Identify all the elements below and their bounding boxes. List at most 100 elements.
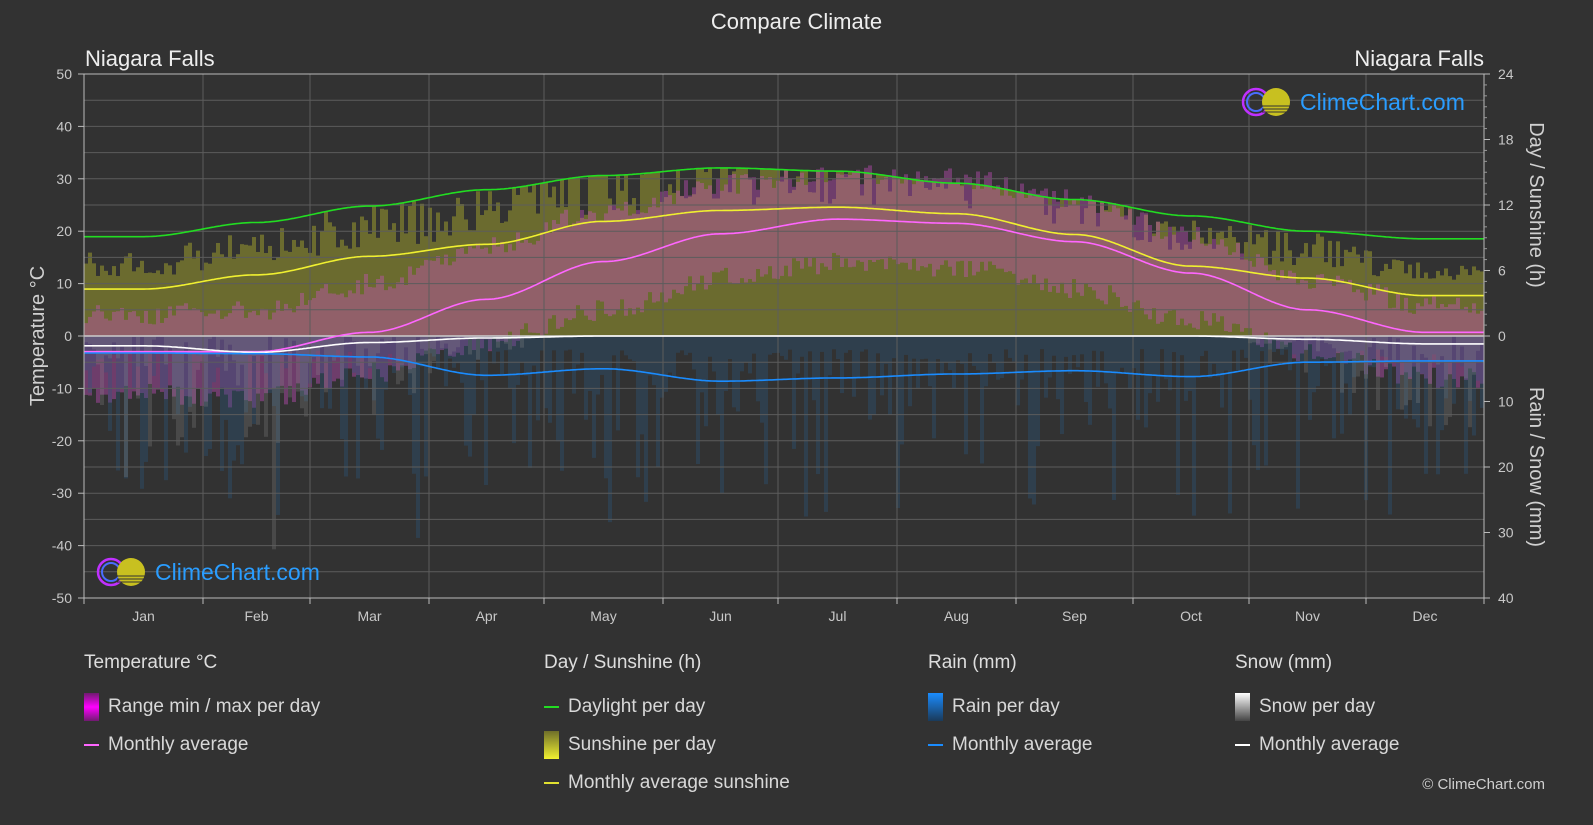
temp-range-day-bar	[1168, 226, 1172, 311]
temp-range-day-bar	[876, 183, 880, 260]
temp-range-day-bar	[1056, 201, 1060, 293]
rain-day-bar	[620, 336, 624, 351]
snow-day-bar	[296, 336, 300, 392]
rain-day-bar	[664, 336, 668, 392]
rain-day-bar	[1216, 336, 1220, 377]
rain-day-bar	[1212, 336, 1216, 364]
rain-day-bar	[912, 336, 916, 359]
snow-day-bar	[172, 336, 176, 420]
temp-range-day-bar	[580, 209, 584, 310]
temp-range-day-bar	[904, 174, 908, 263]
temp-range-day-bar	[1148, 225, 1152, 320]
rain-day-bar	[540, 336, 544, 351]
rain-day-bar	[416, 336, 420, 538]
temp-range-day-bar	[1024, 197, 1028, 279]
snow-day-bar	[440, 336, 444, 349]
rain-day-bar	[228, 336, 232, 499]
rain-day-bar	[784, 336, 788, 360]
left-tick-label: 0	[64, 328, 72, 344]
rain-day-bar	[1172, 336, 1176, 353]
temp-range-day-bar	[592, 212, 596, 321]
snow-day-bar	[1356, 336, 1360, 377]
rain-day-bar	[892, 336, 896, 359]
temp-range-day-bar	[1196, 227, 1200, 330]
rain-day-bar	[988, 336, 992, 354]
rain-day-bar	[1144, 336, 1148, 428]
rain-day-bar	[652, 336, 656, 386]
rain-day-bar	[968, 336, 972, 354]
rain-day-bar	[864, 336, 868, 350]
month-label: Dec	[1413, 608, 1438, 624]
rain-day-bar	[756, 336, 760, 402]
right-top-axis-title: Day / Sunshine (h)	[1525, 122, 1547, 288]
temp-range-day-bar	[724, 184, 728, 268]
left-tick-label: 30	[56, 171, 72, 187]
temp-range-day-bar	[964, 174, 968, 277]
snow-day-bar	[192, 336, 196, 428]
rain-day-bar	[1312, 336, 1316, 393]
rain-day-bar	[888, 336, 892, 415]
month-label: Oct	[1180, 608, 1202, 624]
snow-day-bar	[1448, 336, 1452, 417]
rain-day-bar	[700, 336, 704, 393]
snow-day-bar	[1376, 336, 1380, 411]
rain-day-bar	[732, 336, 736, 408]
snow-day-bar	[1304, 336, 1308, 373]
snow-day-bar	[1252, 336, 1256, 343]
temp-range-day-bar	[772, 187, 776, 279]
temp-range-day-bar	[940, 177, 944, 265]
temp-range-day-bar	[480, 248, 484, 349]
rain-day-bar	[1168, 336, 1172, 391]
right-top-tick-label: 24	[1498, 66, 1514, 82]
rain-day-bar	[1004, 336, 1008, 350]
temp-range-day-bar	[1112, 203, 1116, 293]
temp-range-day-bar	[484, 247, 488, 340]
snow-day-bar	[108, 336, 112, 359]
rain-day-bar	[812, 336, 816, 401]
rain-day-bar	[1148, 336, 1152, 394]
temp-range-day-bar	[916, 171, 920, 271]
rain-day-bar	[572, 336, 576, 394]
rain-day-bar	[848, 336, 852, 351]
rain-day-bar	[728, 336, 732, 360]
rain-day-bar	[696, 336, 700, 465]
rain-day-bar	[1224, 336, 1228, 371]
rain-day-bar	[480, 336, 484, 381]
rain-day-bar	[564, 336, 568, 351]
snow-day-bar	[420, 336, 424, 349]
temp-range-day-bar	[1272, 270, 1276, 340]
left-tick-label: 10	[56, 276, 72, 292]
rain-day-bar	[976, 336, 980, 371]
rain-day-bar	[1084, 336, 1088, 403]
temp-range-day-bar	[1060, 206, 1064, 283]
rain-day-bar	[1176, 336, 1180, 495]
temp-range-day-bar	[944, 170, 948, 261]
temp-range-day-bar	[596, 220, 600, 301]
rain-day-bar	[608, 336, 612, 523]
temp-range-day-bar	[512, 250, 516, 347]
rain-day-bar	[532, 336, 536, 366]
legend-snow-title: Snow (mm)	[1235, 652, 1333, 673]
snow-day-bar	[1340, 336, 1344, 393]
temp-range-day-bar	[1012, 197, 1016, 274]
rain-day-bar	[688, 336, 692, 353]
legend-item-snow-avg: Monthly average	[1235, 726, 1399, 764]
temp-range-day-bar	[856, 169, 860, 261]
legend-item-snow: Snow per day	[1235, 688, 1399, 726]
right-top-tick-label: 12	[1498, 197, 1514, 213]
rain-day-bar	[1072, 336, 1076, 356]
snow-day-bar	[1400, 336, 1404, 410]
legend-label: Range min / max per day	[108, 696, 321, 717]
legend-label: Daylight per day	[568, 696, 706, 717]
temp-range-day-bar	[1200, 243, 1204, 312]
temp-range-day-bar	[1040, 190, 1044, 291]
rain-day-bar	[512, 336, 516, 444]
temp-range-day-bar	[996, 185, 1000, 269]
rain-day-bar	[88, 336, 92, 393]
temp-range-day-bar	[808, 181, 812, 267]
temp-range-day-bar	[492, 237, 496, 337]
temp-range-day-bar	[744, 174, 748, 283]
rain-day-bar	[808, 336, 812, 352]
snow-day-bar	[236, 336, 240, 386]
rain-day-bar	[788, 336, 792, 350]
